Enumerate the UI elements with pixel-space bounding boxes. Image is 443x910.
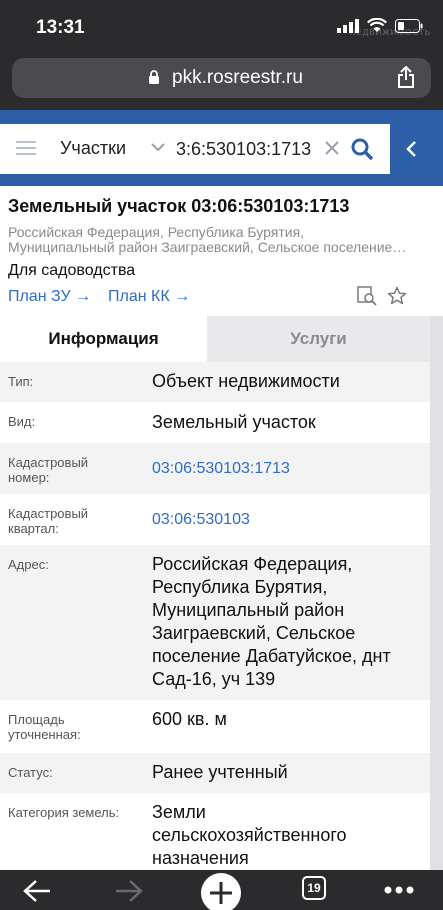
wifi-icon <box>367 18 387 32</box>
chevron-down-icon[interactable] <box>151 142 165 152</box>
row-label: Кадастровый квартал: <box>8 506 89 536</box>
row-value: Ранее учтенный <box>152 762 288 782</box>
chevron-left-icon[interactable] <box>405 140 417 158</box>
more-dots-icon[interactable] <box>384 886 414 894</box>
forward-arrow-icon[interactable] <box>114 878 144 904</box>
land-category-value: Земли сельскохозяйственного назначения <box>152 802 347 868</box>
map-toolbar: Участки <box>0 110 443 186</box>
clock: 13:31 <box>36 17 85 38</box>
row-label: Площадь уточненная: <box>8 712 81 742</box>
table-row: Площадь уточненная: 600 кв. м <box>0 700 430 753</box>
back-arrow-icon[interactable] <box>22 878 52 904</box>
browser-bottom-bar: 19 <box>0 870 443 910</box>
plan-kk-link[interactable]: План КК → <box>108 288 190 306</box>
table-row: Статус: Ранее учтенный <box>0 753 430 793</box>
info-tabs: Информация Услуги <box>0 316 430 362</box>
row-value: Земельный участок <box>152 412 316 432</box>
row-value: Объект недвижимости <box>152 371 340 391</box>
star-icon[interactable] <box>387 286 407 306</box>
cadastral-quarter-link[interactable]: 03:06:530103 <box>152 508 422 531</box>
cadastral-number-link[interactable]: 03:06:530103:1713 <box>152 457 422 480</box>
row-label: Вид: <box>8 414 36 429</box>
row-label: Кадастровый номер: <box>8 455 89 485</box>
row-label: Категория земель: <box>8 805 120 820</box>
search-type-select[interactable]: Участки <box>60 138 126 159</box>
row-label: Адрес: <box>8 557 49 572</box>
table-row: Вид: Земельный участок <box>0 402 430 443</box>
object-header: Земельный участок 03:06:530103:1713 Росс… <box>0 186 443 316</box>
share-icon[interactable] <box>397 66 415 88</box>
row-label: Тип: <box>8 374 34 389</box>
battery-icon <box>395 18 423 33</box>
tabs-counter-button[interactable]: 19 <box>302 876 326 900</box>
object-title: Земельный участок 03:06:530103:1713 <box>8 196 350 216</box>
table-row: Категория земель: Земли сельскохозяйстве… <box>0 793 430 870</box>
object-address-short: Российская Федерация, Республика Бурятия… <box>8 224 407 255</box>
address-value: Российская Федерация, Республика Бурятия… <box>152 554 391 689</box>
menu-icon[interactable] <box>16 140 36 156</box>
search-input[interactable] <box>176 134 314 164</box>
lock-icon <box>149 70 159 84</box>
panel-edge <box>430 316 443 870</box>
table-row: Адрес: Российская Федерация, Республика … <box>0 545 430 700</box>
signal-icon <box>337 18 359 33</box>
table-row: Тип: Объект недвижимости <box>0 362 430 402</box>
web-page: Участки Земельный участок 03:06:530103:1… <box>0 110 443 870</box>
status-icons <box>337 18 423 33</box>
tab-services[interactable]: Услуги <box>207 316 430 362</box>
zoom-to-object-icon[interactable] <box>357 286 377 306</box>
close-icon[interactable] <box>324 140 340 156</box>
new-tab-plus-icon[interactable] <box>200 872 242 910</box>
url-text[interactable]: pkk.rosreestr.ru <box>172 67 303 89</box>
search-icon[interactable] <box>350 137 374 161</box>
search-box: Участки <box>0 124 390 174</box>
object-purpose: Для садоводства <box>8 262 136 279</box>
row-value: 600 кв. м <box>152 709 227 729</box>
tab-information[interactable]: Информация <box>0 316 207 362</box>
row-label: Статус: <box>8 765 53 780</box>
table-row: Кадастровый номер: 03:06:530103:1713 <box>0 443 430 494</box>
plan-zu-link[interactable]: План ЗУ → <box>8 288 91 306</box>
attributes-table: Тип: Объект недвижимости Вид: Земельный … <box>0 362 430 870</box>
table-row: Кадастровый квартал: 03:06:530103 <box>0 494 430 545</box>
status-bar: 13:31 НЕДВИЖИМОСТЬ <box>0 0 443 50</box>
address-bar[interactable]: pkk.rosreestr.ru <box>12 58 431 98</box>
